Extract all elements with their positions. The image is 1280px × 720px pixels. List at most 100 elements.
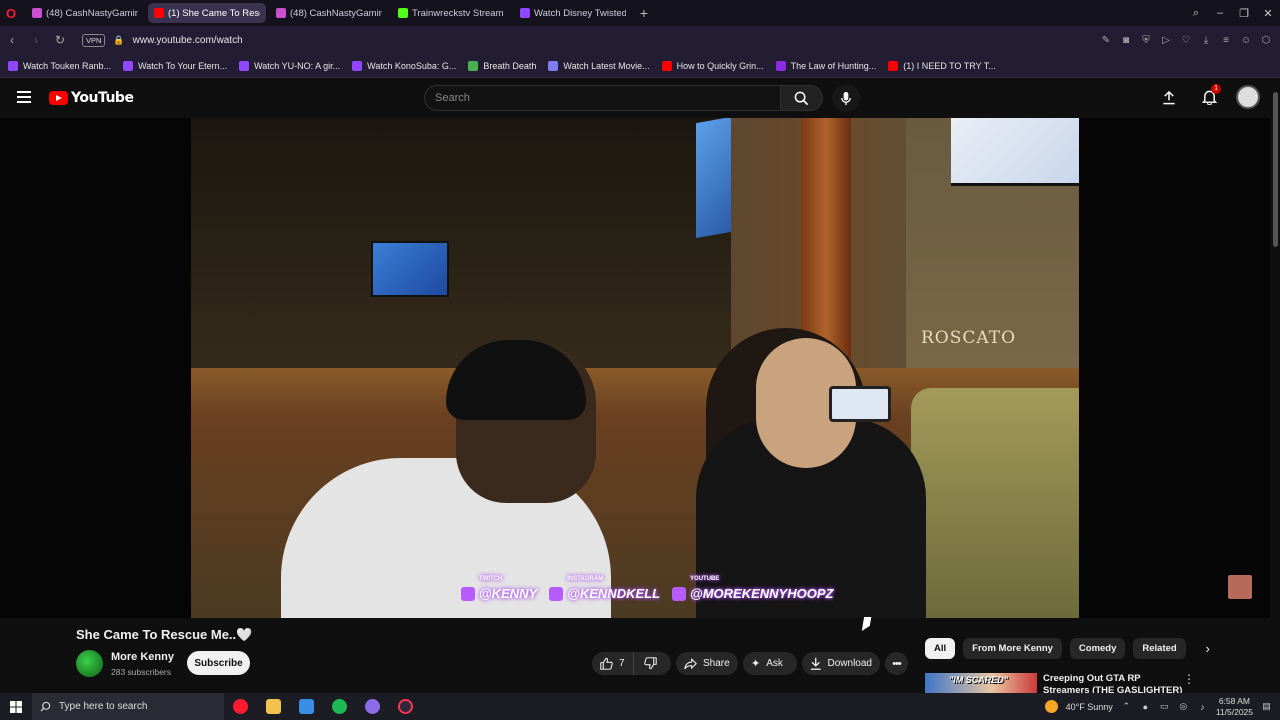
shield-icon[interactable]: ⛨ <box>1140 34 1152 46</box>
back-button[interactable]: ‹ <box>0 33 24 47</box>
youtube-logo[interactable]: YouTube <box>49 90 134 106</box>
opera-logo-icon[interactable]: O <box>0 0 22 26</box>
subscriber-count: 283 subscribers <box>111 667 172 677</box>
heart-icon[interactable]: ♡ <box>1180 34 1192 46</box>
taskbar-file-explorer[interactable] <box>257 693 290 720</box>
weather-sun-icon[interactable] <box>1044 700 1058 713</box>
chevron-up-icon[interactable]: ⌃ <box>1121 701 1132 712</box>
tab-search-icon[interactable]: ⌕ <box>1184 7 1208 20</box>
kebab-menu-icon[interactable]: ⋮ <box>1183 672 1195 686</box>
recommended-video-title[interactable]: Creeping Out GTA RP Streamers (THE GASLI… <box>1043 673 1183 693</box>
dislike-button[interactable] <box>634 652 667 675</box>
bookmark[interactable]: Watch KonoSuba: G... <box>352 60 456 71</box>
taskbar-opera-gx[interactable] <box>389 693 422 720</box>
search-input[interactable] <box>435 92 780 104</box>
taskbar-discord[interactable] <box>356 693 389 720</box>
download-label: Download <box>827 658 872 669</box>
folder-icon <box>266 699 281 714</box>
ask-button[interactable]: ✦ Ask <box>743 652 797 675</box>
bookmark-label: (1) I NEED TO TRY T... <box>903 60 996 71</box>
bookmark[interactable]: Watch To Your Etern... <box>123 60 227 71</box>
bookmark-label: Breath Death <box>483 60 537 71</box>
video-social-overlay: TWITCH @KENNY INSTAGRAM @KENNDKELL YOUTUBE… <box>461 576 833 601</box>
tab-label: (48) CashNastyGaming <box>46 7 138 19</box>
network-icon[interactable]: ◎ <box>1178 701 1189 712</box>
search-box <box>424 85 781 111</box>
sparkle-icon: ✦ <box>751 658 761 670</box>
opera-icon <box>233 699 248 714</box>
social-handle-text: @KENNDKELL <box>567 586 661 601</box>
maximize-button[interactable]: ❐ <box>1232 7 1256 20</box>
bookmark[interactable]: (1) I NEED TO TRY T... <box>888 60 996 71</box>
bookmark[interactable]: How to Quickly Grin... <box>661 60 764 71</box>
microphone-tray-icon[interactable]: ● <box>1140 701 1151 712</box>
download-icon[interactable]: ⤓ <box>1200 34 1212 46</box>
chip-from-channel[interactable]: From More Kenny <box>963 638 1062 659</box>
url-field[interactable]: www.youtube.com/watch <box>133 35 243 46</box>
player-icon[interactable]: ▷ <box>1160 34 1172 46</box>
bookmark[interactable]: Watch Latest Movie... <box>548 60 650 71</box>
new-tab-button[interactable]: + <box>634 3 654 23</box>
download-button[interactable]: Download <box>802 652 880 675</box>
bookmark[interactable]: The Law of Hunting... <box>775 60 876 71</box>
account-avatar[interactable] <box>1236 85 1260 109</box>
video-tv-screen <box>696 118 731 239</box>
chip-related[interactable]: Related <box>1133 638 1186 659</box>
close-button[interactable]: ✕ <box>1256 7 1280 20</box>
channel-name[interactable]: More Kenny <box>111 651 174 663</box>
notifications-button[interactable]: 1 <box>1196 84 1222 110</box>
profile-icon[interactable]: ☺ <box>1240 34 1252 46</box>
taskbar-opera[interactable] <box>224 693 257 720</box>
chevron-right-icon[interactable]: › <box>1198 639 1218 659</box>
more-actions-button[interactable]: ••• <box>885 652 908 675</box>
bookmark[interactable]: Breath Death <box>468 60 537 71</box>
chip-all[interactable]: All <box>925 638 956 659</box>
chip-comedy[interactable]: Comedy <box>1069 638 1126 659</box>
hamburger-menu-icon[interactable] <box>17 91 31 103</box>
edit-icon[interactable]: ✎ <box>1100 34 1112 46</box>
scrollbar-thumb[interactable] <box>1273 92 1278 247</box>
upload-button[interactable] <box>1156 84 1182 110</box>
share-button[interactable]: Share <box>676 652 738 675</box>
notification-center-icon[interactable]: ▤ <box>1261 701 1272 712</box>
taskbar-store[interactable] <box>290 693 323 720</box>
extension-icon[interactable]: ⬡ <box>1260 34 1272 46</box>
bookmark[interactable]: Watch YU-NO: A gir... <box>239 60 341 71</box>
thumbs-up-icon <box>600 657 613 670</box>
browser-tab[interactable]: (48) CashNastyGaming <box>26 3 144 23</box>
menu-icon[interactable]: ≡ <box>1220 34 1232 46</box>
recommended-video-thumbnail[interactable]: "IM SCARED" <box>925 673 1037 693</box>
taskbar-spotify[interactable] <box>323 693 356 720</box>
subscribe-button[interactable]: Subscribe <box>187 651 250 675</box>
video-tv-screen <box>951 118 1079 186</box>
taskbar-clock[interactable]: 6:58 AM 11/5/2025 <box>1216 696 1253 718</box>
camera-icon[interactable]: ◙ <box>1120 34 1132 46</box>
volume-icon[interactable]: ♪ <box>1197 701 1208 712</box>
lock-icon[interactable]: 🔒 <box>113 35 124 46</box>
browser-tab[interactable]: Trainwreckstv Stream <box>392 3 510 23</box>
battery-icon[interactable]: ▭ <box>1159 701 1170 712</box>
voice-search-button[interactable] <box>832 84 860 112</box>
vpn-badge[interactable]: VPN <box>82 33 106 47</box>
bookmark-label: Watch Touken Ranb... <box>23 60 112 71</box>
search-button[interactable] <box>781 85 823 111</box>
share-icon <box>684 657 697 669</box>
channel-avatar[interactable] <box>76 650 103 677</box>
tab-label: (1) She Came To Rescue <box>168 7 260 19</box>
forward-button[interactable]: › <box>24 33 48 47</box>
minimize-button[interactable]: – <box>1208 7 1232 19</box>
video-player[interactable]: ROSCATO TWITCH @KENNY INSTAGRAM @KENNDKELL… <box>0 118 1270 618</box>
weather-text[interactable]: 40°F Sunny <box>1066 702 1113 712</box>
like-button[interactable]: 7 <box>592 652 634 675</box>
browser-tab[interactable]: Watch Disney Twisted-Wo <box>514 3 632 23</box>
bookmark-label: Watch YU-NO: A gir... <box>254 60 341 71</box>
channel-watermark[interactable] <box>1228 575 1252 599</box>
browser-tab-active[interactable]: (1) She Came To Rescue <box>148 3 266 23</box>
youtube-wordmark: YouTube <box>71 90 134 106</box>
reload-button[interactable]: ↻ <box>48 33 72 47</box>
browser-tab[interactable]: (48) CashNastyGaming <box>270 3 388 23</box>
video-frame[interactable]: ROSCATO TWITCH @KENNY INSTAGRAM @KENNDKELL… <box>191 118 1079 618</box>
bookmark[interactable]: Watch Touken Ranb... <box>8 60 112 71</box>
windows-start-button[interactable] <box>0 700 32 713</box>
taskbar-search[interactable]: Type here to search <box>32 693 224 720</box>
